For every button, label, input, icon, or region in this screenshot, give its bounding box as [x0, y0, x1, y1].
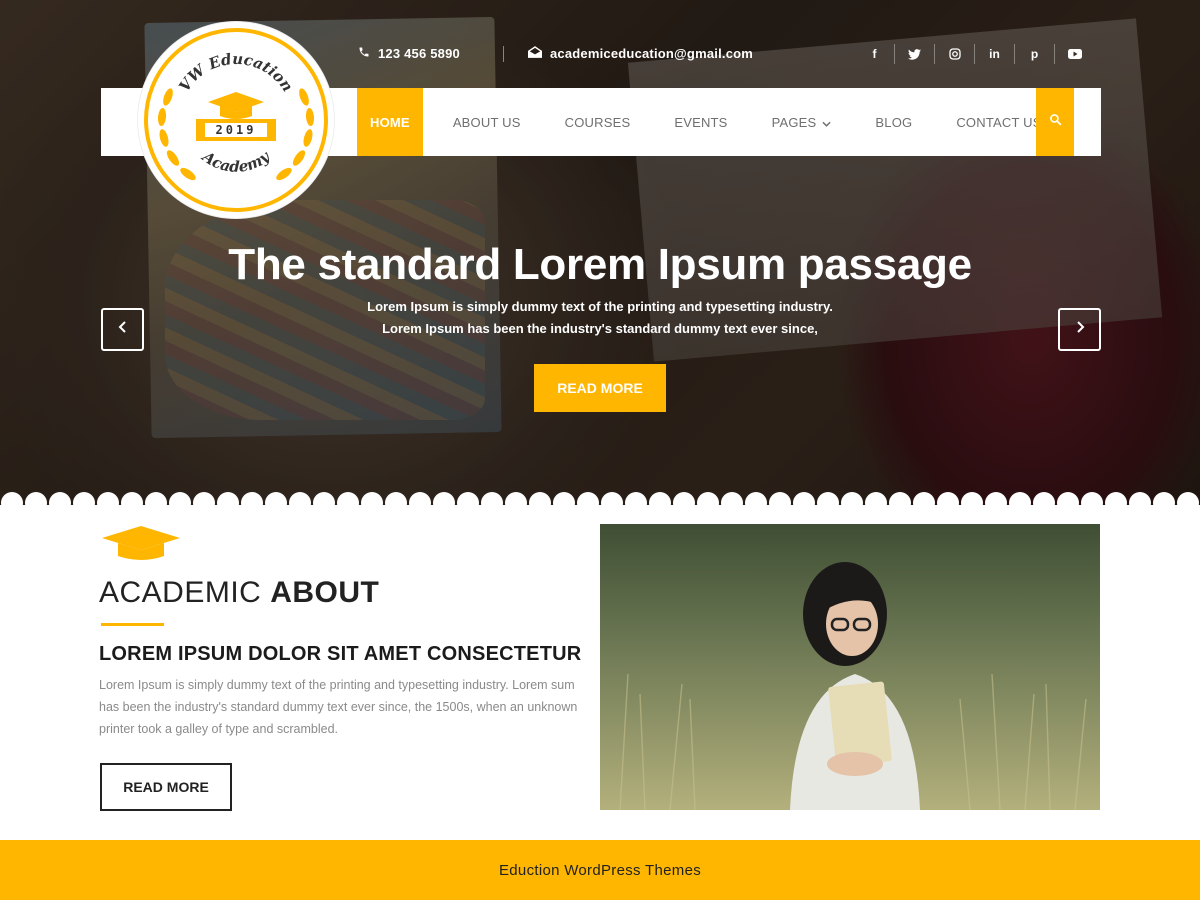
- nav-item-blog[interactable]: BLOG: [853, 88, 934, 156]
- pinterest-icon[interactable]: p: [1015, 44, 1055, 64]
- about-heading-underline: [101, 623, 164, 626]
- nav-item-home[interactable]: HOME: [357, 88, 423, 156]
- chevron-right-icon: [1075, 320, 1085, 339]
- about-heading-bold: ABOUT: [270, 576, 380, 609]
- instagram-icon[interactable]: [935, 44, 975, 64]
- social-links: f in p: [855, 44, 1095, 64]
- slider-next-button[interactable]: [1058, 308, 1101, 351]
- search-button[interactable]: [1036, 88, 1074, 156]
- logo-year: 2019: [216, 123, 257, 137]
- twitter-icon[interactable]: [895, 44, 935, 64]
- topbar-divider: [503, 46, 504, 62]
- hero-slider: 123 456 5890 academiceducation@gmail.com…: [0, 0, 1200, 520]
- about-subtitle: LOREM IPSUM DOLOR SIT AMET CONSECTETUR: [99, 643, 582, 665]
- nav-item-pages[interactable]: PAGES: [750, 88, 854, 156]
- slider-prev-button[interactable]: [101, 308, 144, 351]
- graduation-cap-icon: [100, 524, 182, 567]
- site-logo[interactable]: VW Education 2019 Academy: [138, 22, 334, 218]
- hero-title: The standard Lorem Ipsum passage: [228, 240, 972, 289]
- about-read-more-button[interactable]: READ MORE: [100, 763, 232, 811]
- chevron-down-icon: [822, 115, 832, 130]
- chevron-left-icon: [118, 320, 128, 339]
- scallop-divider: [0, 492, 1200, 520]
- nav-item-events[interactable]: EVENTS: [652, 88, 749, 156]
- facebook-icon[interactable]: f: [855, 44, 895, 64]
- about-heading-light: ACADEMIC: [99, 576, 262, 609]
- email-icon: [528, 46, 542, 61]
- topbar-email[interactable]: academiceducation@gmail.com: [528, 46, 753, 61]
- youtube-icon[interactable]: [1055, 44, 1095, 64]
- linkedin-icon[interactable]: in: [975, 44, 1015, 64]
- hero-description: Lorem Ipsum is simply dummy text of the …: [367, 299, 833, 336]
- nav-item-about-us[interactable]: ABOUT US: [431, 88, 543, 156]
- email-address: academiceducation@gmail.com: [550, 46, 754, 61]
- nav-menu: HOME ABOUT US COURSES EVENTS PAGES BLOG …: [357, 88, 1064, 156]
- search-icon: [1049, 113, 1062, 131]
- about-image: [600, 524, 1100, 810]
- nav-item-pages-label: PAGES: [771, 114, 817, 130]
- phone-number: 123 456 5890: [378, 46, 460, 61]
- phone-icon: [358, 46, 370, 61]
- hero-read-more-button[interactable]: READ MORE: [534, 364, 666, 412]
- about-description: Lorem Ipsum is simply dummy text of the …: [99, 678, 578, 736]
- footer-text: Eduction WordPress Themes: [498, 861, 702, 879]
- about-heading: ACADEMIC ABOUT: [99, 576, 379, 610]
- topbar-phone[interactable]: 123 456 5890: [358, 46, 460, 61]
- nav-item-courses[interactable]: COURSES: [543, 88, 653, 156]
- footer-bar: Eduction WordPress Themes: [0, 840, 1200, 900]
